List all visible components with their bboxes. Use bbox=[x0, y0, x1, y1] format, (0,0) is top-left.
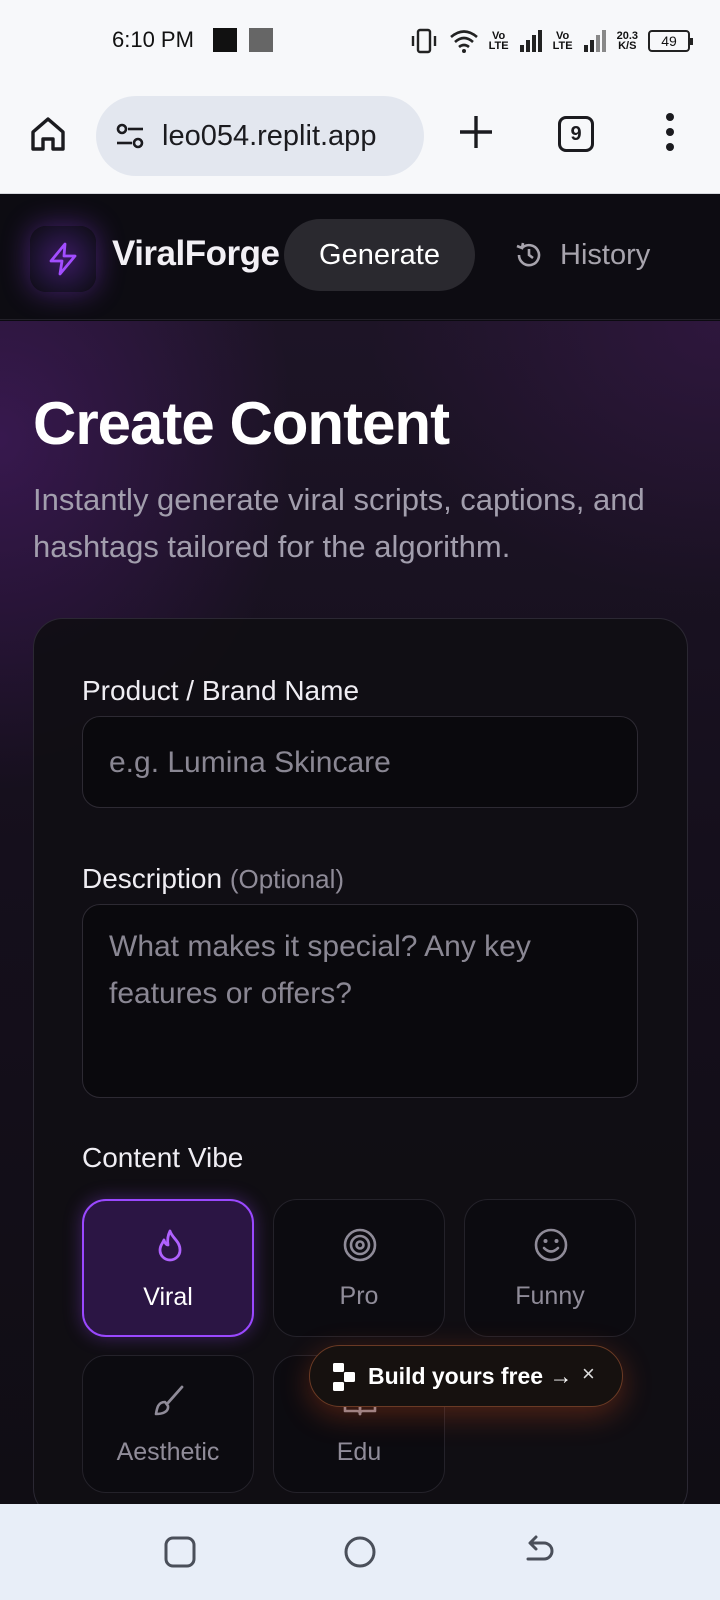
description-label: Description (Optional) bbox=[82, 863, 344, 895]
site-settings-icon[interactable] bbox=[114, 120, 146, 152]
product-placeholder: e.g. Lumina Skincare bbox=[109, 746, 391, 779]
url-text[interactable]: leo054.replit.app bbox=[162, 120, 376, 153]
notification-icon-2 bbox=[249, 28, 273, 52]
main-content: Create Content Instantly generate viral … bbox=[0, 321, 720, 1504]
lightning-icon bbox=[49, 242, 77, 276]
replit-logo-icon bbox=[333, 1363, 355, 1391]
volte-label-2: Vo LTE bbox=[552, 30, 573, 52]
build-yours-free-text[interactable]: Build yours free → bbox=[368, 1363, 572, 1390]
vibe-label-edu: Edu bbox=[336, 1438, 382, 1466]
address-bar[interactable]: leo054.replit.app bbox=[96, 96, 424, 176]
product-input[interactable]: e.g. Lumina Skincare bbox=[82, 716, 638, 808]
back-icon[interactable] bbox=[522, 1534, 558, 1570]
vibe-label-viral: Viral bbox=[143, 1283, 193, 1311]
vibe-label-funny: Funny bbox=[515, 1282, 585, 1310]
vibe-option-funny[interactable]: Funny bbox=[464, 1199, 636, 1337]
target-icon bbox=[343, 1228, 377, 1262]
recents-icon[interactable] bbox=[162, 1534, 198, 1570]
page-subtitle: Instantly generate viral scripts, captio… bbox=[33, 482, 645, 564]
vibrate-icon bbox=[411, 28, 436, 54]
status-time: 6:10 PM bbox=[112, 27, 194, 52]
optional-hint: (Optional) bbox=[229, 864, 344, 894]
nav-generate-tab[interactable]: Generate bbox=[284, 219, 475, 291]
system-nav-bar bbox=[0, 1504, 720, 1600]
signal-icon-2 bbox=[583, 30, 606, 52]
vibe-label-aesthetic: Aesthetic bbox=[116, 1438, 220, 1466]
nav-history-label: History bbox=[560, 238, 651, 271]
nav-history-tab[interactable]: History bbox=[514, 219, 650, 291]
wifi-icon bbox=[449, 30, 478, 53]
more-menu-icon[interactable] bbox=[663, 112, 677, 152]
signal-icon-1 bbox=[519, 30, 542, 52]
vibe-option-aesthetic[interactable]: Aesthetic bbox=[82, 1355, 254, 1493]
home-nav-icon[interactable] bbox=[342, 1534, 378, 1570]
new-tab-icon[interactable] bbox=[456, 112, 496, 152]
vibe-option-viral[interactable]: Viral bbox=[82, 1199, 254, 1337]
home-icon[interactable] bbox=[28, 114, 68, 154]
vibe-label-pro: Pro bbox=[339, 1282, 379, 1310]
close-icon[interactable]: × bbox=[582, 1361, 595, 1387]
app-logo[interactable] bbox=[30, 226, 96, 292]
status-icons: Vo LTE Vo LTE 20.3 K/S 49 bbox=[409, 24, 693, 58]
status-bar: 6:10 PM Vo LTE Vo LTE 20.3 K/S 49 bbox=[0, 0, 720, 82]
description-label-text: Description bbox=[82, 863, 223, 894]
description-placeholder: What makes it special? Any key features … bbox=[109, 930, 531, 1010]
battery-icon: 49 bbox=[648, 30, 693, 52]
volte-label-1: Vo LTE bbox=[488, 30, 509, 52]
vibe-option-pro[interactable]: Pro bbox=[273, 1199, 445, 1337]
flame-icon bbox=[158, 1229, 182, 1262]
smile-icon bbox=[534, 1228, 568, 1262]
page-title: Create Content bbox=[33, 390, 450, 457]
description-textarea[interactable]: What makes it special? Any key features … bbox=[82, 904, 638, 1098]
history-icon bbox=[516, 242, 541, 267]
browser-toolbar: leo054.replit.app 9 bbox=[0, 82, 720, 194]
net-speed: 20.3 K/S bbox=[616, 30, 638, 52]
product-label: Product / Brand Name bbox=[82, 675, 360, 706]
vibe-label: Content Vibe bbox=[82, 1142, 244, 1173]
notification-icon bbox=[213, 28, 237, 52]
brush-icon bbox=[154, 1385, 184, 1416]
app-header: ViralForge Generate History bbox=[0, 194, 720, 320]
tab-switcher-button[interactable]: 9 bbox=[558, 116, 594, 152]
brand-name[interactable]: ViralForge bbox=[112, 234, 280, 274]
build-yours-free-banner[interactable]: Build yours free → × bbox=[309, 1345, 623, 1407]
